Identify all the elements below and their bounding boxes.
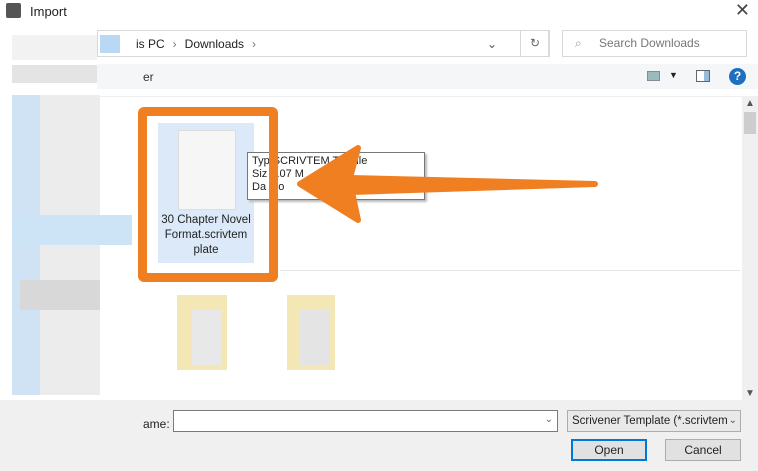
address-bar[interactable]: is PC › Downloads › ⌄ [97, 30, 549, 57]
window-title: Import [30, 4, 67, 19]
scroll-up-icon[interactable]: ▲ [745, 98, 755, 109]
scrollbar-thumb[interactable] [744, 112, 756, 134]
scroll-down-icon[interactable]: ▼ [745, 388, 755, 399]
filename-input[interactable]: ⌄ [173, 410, 558, 432]
app-icon [6, 3, 21, 18]
close-button[interactable]: ✕ [735, 0, 750, 21]
preview-pane-icon[interactable] [696, 70, 710, 82]
view-icon[interactable] [647, 71, 660, 81]
caret-down-icon[interactable]: ▼ [669, 70, 678, 80]
folder-preview [300, 310, 330, 365]
divider [280, 270, 740, 271]
open-button[interactable]: Open [571, 439, 647, 461]
help-button[interactable]: ? [729, 68, 746, 85]
refresh-button[interactable]: ↻ [520, 30, 550, 57]
cancel-button[interactable]: Cancel [665, 439, 741, 461]
annotation-highlight-box [138, 107, 278, 282]
chevron-down-icon[interactable]: ⌄ [545, 414, 553, 425]
annotation-arrow [297, 145, 598, 223]
file-type-select[interactable]: Scrivener Template (*.scrivtemp ⌄ [567, 410, 741, 432]
breadcrumb-this-pc[interactable]: is PC [136, 37, 165, 51]
breadcrumb-downloads[interactable]: Downloads [185, 37, 244, 51]
breadcrumb-separator[interactable]: › [252, 37, 256, 51]
search-icon: ⌕ [575, 36, 582, 50]
chevron-down-icon[interactable]: ⌄ [726, 411, 737, 431]
new-folder-button[interactable]: er [143, 70, 154, 84]
scrollbar[interactable] [742, 96, 758, 401]
folder-preview [192, 310, 222, 365]
chevron-down-icon[interactable]: ⌄ [478, 37, 506, 51]
search-placeholder: Search Downloads [599, 36, 700, 50]
search-input[interactable]: ⌕ Search Downloads [562, 30, 747, 57]
breadcrumb-separator: › [172, 36, 177, 51]
filename-label: ame: [143, 417, 170, 431]
